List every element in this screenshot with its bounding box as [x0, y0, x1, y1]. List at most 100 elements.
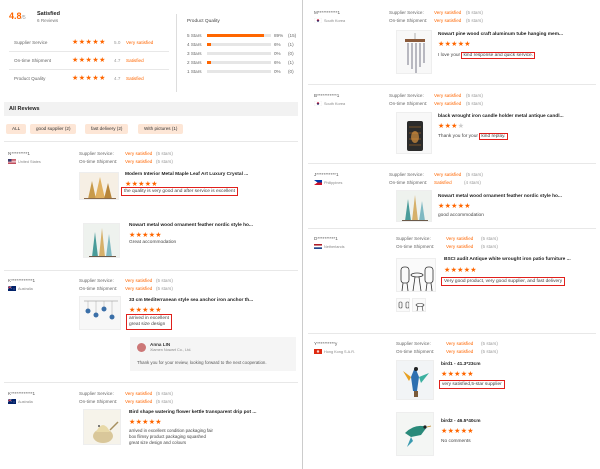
review-text-line2: great size design [129, 322, 166, 327]
review-stars: ★★★★★ [438, 203, 471, 210]
review-divider [4, 141, 298, 142]
product-thumbnail[interactable] [396, 190, 432, 222]
left-panel: 4.8/5 Satisfied 6 Reviews Supplier Servi… [0, 0, 300, 469]
on-time-stars: (5 stars) [481, 244, 498, 249]
review-stars: ★★★★★ [129, 307, 162, 314]
quality-row[interactable]: 4 Stars 6% (1) [187, 42, 297, 50]
product-thumbnail[interactable] [396, 258, 436, 292]
quality-row[interactable]: 5 Stars 89% (15) [187, 33, 297, 41]
quality-row[interactable]: 2 Stars 6% (1) [187, 60, 297, 68]
reviewer-name: K************1 [8, 278, 36, 283]
product-thumbnail[interactable] [396, 360, 434, 400]
product-thumbnail-small[interactable] [412, 298, 426, 312]
product-title[interactable]: Nowart pine wood craft aluminum tube han… [438, 32, 563, 37]
on-time-value: Very satisfied [446, 349, 474, 354]
supplier-service-stars: (5 stars) [481, 236, 498, 241]
review-text-highlight: kind replay. [479, 133, 508, 140]
on-time-value: Very satisfied [434, 18, 462, 23]
rating-label: Product Quality [14, 76, 46, 81]
filter-chip-all[interactable]: ALL [6, 124, 27, 134]
on-time-value: Very satisfied [125, 399, 153, 404]
on-time-stars: (5 stars) [481, 349, 498, 354]
quality-row-label: 3 Stars [187, 51, 202, 56]
quality-pct: 0% [274, 69, 281, 74]
quality-count: (0) [288, 69, 294, 74]
reviewer-name: M***********1 [314, 10, 341, 15]
product-title[interactable]: BSCI audit Antique white wrought iron pa… [444, 257, 571, 262]
filter-chip-fast-delivery[interactable]: fast delivery (2) [85, 124, 129, 134]
quality-bar [207, 52, 271, 55]
product-thumbnail[interactable] [83, 223, 120, 258]
product-title[interactable]: bird2 - 46.5*40cm [441, 419, 480, 424]
quality-bar-fill [207, 34, 264, 37]
rating-verdict: Very satisfied [126, 40, 154, 45]
review-stars: ★★★★ [438, 123, 465, 130]
review-divider [308, 333, 596, 334]
supplier-service-stars: (5 stars) [481, 341, 498, 346]
rating-verdict: Satisfied [126, 76, 144, 81]
supplier-service-value: Very satisfied [434, 93, 462, 98]
reviewer-country: Australia [18, 287, 33, 291]
product-title[interactable]: bird1 - 41.3*23cm [441, 362, 480, 367]
product-thumbnail[interactable] [396, 30, 432, 74]
reviewer-country: South Korea [324, 102, 346, 106]
on-time-label: On-time Shipment: [79, 159, 118, 164]
reviewer-country: United States [18, 160, 41, 164]
product-title[interactable]: Modern Interior Metal Maple Leaf Art Lux… [125, 172, 248, 177]
review-text: Thank you for your kind replay. [438, 133, 508, 140]
supplier-service-value: Very satisfied [125, 391, 153, 396]
product-thumbnail[interactable] [79, 172, 119, 200]
on-time-stars: (5 stars) [466, 18, 483, 23]
reply-company: Xiamen Nowart Co., Ltd. [150, 348, 192, 352]
on-time-label: On-time Shipment: [389, 18, 428, 23]
quality-title: Product Quality [187, 19, 220, 24]
review-text-highlight: kind response and quick service. [461, 52, 536, 59]
quality-count: (0) [288, 51, 294, 56]
quality-bar [207, 61, 271, 64]
product-thumbnail[interactable] [396, 112, 432, 154]
quality-row-label: 5 Stars [187, 33, 202, 38]
quality-row[interactable]: 3 Stars 0% (0) [187, 51, 297, 59]
supplier-service-value: Very satisfied [446, 236, 474, 241]
score-suffix: /5 [21, 15, 26, 21]
product-title[interactable]: Nowart metal wood ornament feather nordi… [129, 223, 253, 228]
quality-row[interactable]: 1 Stars 0% (0) [187, 69, 297, 77]
overall-score: 4.8/5 [9, 11, 26, 21]
on-time-stars: (5 stars) [156, 286, 173, 291]
product-thumbnail[interactable] [79, 296, 121, 330]
rating-stars: ★★★★★ [72, 57, 106, 64]
product-thumbnail[interactable] [396, 412, 434, 456]
filter-chip-with-pictures[interactable]: With pictures (1) [138, 124, 184, 134]
product-thumbnail[interactable] [83, 409, 121, 445]
review-divider [4, 382, 298, 383]
supplier-service-stars: (5 stars) [466, 172, 483, 177]
all-reviews-header [4, 102, 298, 116]
quality-pct: 0% [274, 51, 281, 56]
review-divider [308, 84, 596, 85]
review-text-highlight: very satisfied,5-star supplier [439, 380, 505, 389]
on-time-label: On-time Shipment: [79, 286, 118, 291]
rating-value: 5.0 [114, 40, 121, 45]
all-reviews-title: All Reviews [9, 106, 40, 112]
product-title[interactable]: Bird shape watering flower kettle transp… [129, 410, 256, 415]
kr-flag-icon [313, 100, 323, 107]
rating-value: 4.7 [114, 76, 121, 81]
reviewer-name: B***********1 [314, 93, 340, 98]
reviewer-name: N*********1 [8, 151, 30, 156]
filter-chip-good-supplier[interactable]: good supplier (2) [30, 124, 77, 134]
product-title[interactable]: black wrought iron candle holder metal a… [438, 114, 564, 119]
supplier-service-label: Supplier Service: [396, 236, 431, 241]
supplier-service-label: Supplier Service: [396, 341, 431, 346]
au-flag-icon [7, 285, 16, 291]
review-text-pre: I love your [438, 53, 462, 58]
review-divider [308, 228, 596, 229]
reviewer-name: K************1 [8, 391, 36, 396]
rating-label: On-time Shipment [14, 58, 52, 63]
reviewer-country: South Korea [324, 19, 346, 23]
nl-flag-icon [314, 244, 322, 249]
product-title[interactable]: Nowart metal wood ornament feather nordi… [438, 194, 562, 199]
review-divider [308, 163, 596, 164]
quality-bar [207, 43, 271, 46]
product-thumbnail-small[interactable] [396, 298, 410, 312]
product-title[interactable]: 33 cm Mediterranean style sea anchor iro… [129, 298, 253, 303]
